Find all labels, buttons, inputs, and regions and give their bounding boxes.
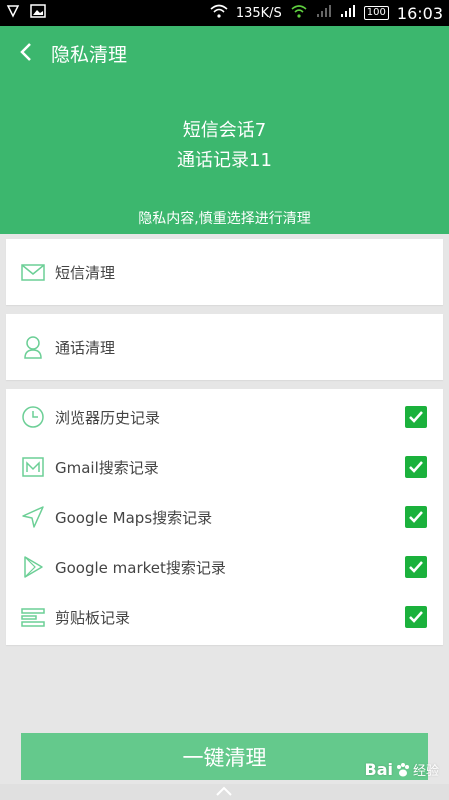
clipboard-row[interactable]: 剪贴板记录 (6, 592, 443, 642)
gmail-search-checkbox[interactable] (405, 456, 427, 478)
page-title: 隐私清理 (51, 44, 128, 66)
clipboard-label: 剪贴板记录 (55, 608, 131, 627)
paw-logo-icon (396, 762, 409, 776)
call-clean-label: 通话清理 (55, 338, 116, 357)
check-icon (409, 411, 423, 423)
watermark-suffix: 经验 (412, 764, 439, 779)
browser-history-row[interactable]: 浏览器历史记录 (6, 392, 443, 442)
gmail-icon (22, 457, 44, 477)
gmail-search-row[interactable]: Gmail搜索记录 (6, 442, 443, 492)
gmail-search-label: Gmail搜索记录 (55, 458, 159, 477)
status-bar: 135K/S 100 16:03 (0, 0, 449, 26)
clipboard-checkbox[interactable] (405, 606, 427, 628)
person-icon (24, 336, 42, 359)
check-icon (409, 511, 423, 523)
sms-clean-card[interactable]: 短信清理 (6, 239, 443, 305)
call-summary: 通话记录11 (177, 150, 272, 171)
market-search-label: Google market搜索记录 (55, 558, 226, 577)
play-store-icon (24, 556, 43, 578)
network-speed: 135K/S (235, 5, 282, 21)
maps-search-checkbox[interactable] (405, 506, 427, 528)
wifi-hotspot-icon (290, 4, 308, 22)
maps-search-label: Google Maps搜索记录 (55, 508, 213, 527)
sms-clean-label: 短信清理 (55, 263, 116, 282)
image-notification-icon (30, 4, 46, 22)
back-arrow-icon (20, 43, 31, 61)
envelope-icon (21, 264, 45, 281)
navigation-arrow-icon (22, 506, 44, 528)
header: 隐私清理 短信会话7 通话记录11 隐私内容,慎重选择进行清理 (0, 26, 449, 234)
battery-indicator: 100 (363, 6, 389, 20)
signal-weak-icon (316, 4, 332, 22)
clipboard-lines-icon (21, 608, 45, 627)
check-icon (409, 461, 423, 473)
clock-icon (22, 406, 44, 428)
market-search-checkbox[interactable] (405, 556, 427, 578)
call-clean-card[interactable]: 通话清理 (6, 314, 443, 380)
maps-search-row[interactable]: Google Maps搜索记录 (6, 492, 443, 542)
baidu-watermark: Bai 经验 (365, 760, 440, 779)
market-search-row[interactable]: Google market搜索记录 (6, 542, 443, 592)
sms-summary: 短信会话7 (182, 120, 267, 141)
privacy-warning: 隐私内容,慎重选择进行清理 (138, 211, 311, 227)
browser-history-label: 浏览器历史记录 (55, 408, 161, 427)
check-icon (409, 561, 423, 573)
signal-strong-icon (340, 4, 356, 22)
wifi-icon (210, 4, 228, 22)
notification-shield-icon (6, 4, 20, 22)
chevron-up-icon[interactable] (215, 786, 233, 796)
back-button[interactable] (14, 38, 38, 66)
watermark-brand: Bai (364, 760, 393, 779)
check-icon (409, 611, 423, 623)
browser-history-checkbox[interactable] (405, 406, 427, 428)
clock: 16:03 (396, 3, 443, 23)
history-checklist-card: 浏览器历史记录 Gmail搜索记录 Google Maps搜索记录 Google… (6, 389, 443, 645)
